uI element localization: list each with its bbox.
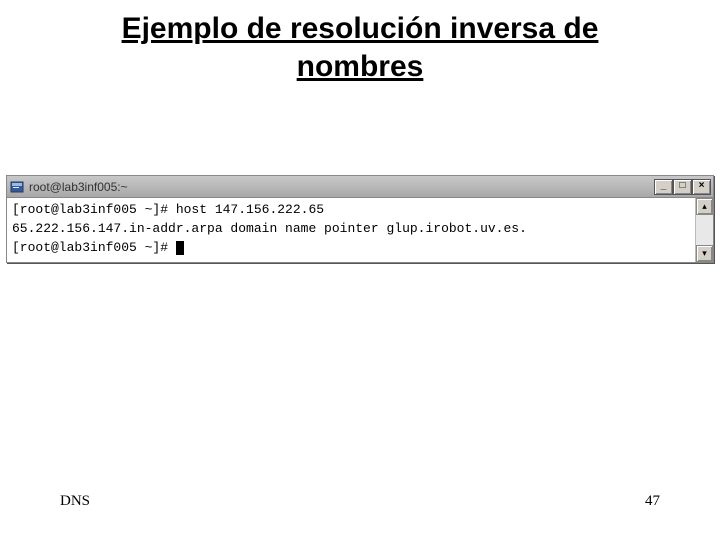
- minimize-button[interactable]: _: [654, 179, 673, 195]
- window-titlebar[interactable]: root@lab3inf005:~ _ □ ×: [7, 176, 713, 198]
- terminal-output[interactable]: [root@lab3inf005 ~]# host 147.156.222.65…: [7, 198, 695, 262]
- slide-footer: DNS 47: [0, 493, 720, 510]
- terminal-line: [root@lab3inf005 ~]# host 147.156.222.65: [12, 202, 324, 217]
- terminal-body: [root@lab3inf005 ~]# host 147.156.222.65…: [7, 198, 713, 262]
- terminal-window: root@lab3inf005:~ _ □ × [root@lab3inf005…: [6, 175, 714, 263]
- maximize-button[interactable]: □: [673, 179, 692, 195]
- window-controls: _ □ ×: [654, 179, 711, 195]
- scroll-up-icon[interactable]: ▴: [696, 198, 713, 215]
- footer-left: DNS: [60, 493, 90, 510]
- app-icon: [9, 179, 25, 195]
- cursor-icon: [176, 241, 184, 255]
- scroll-down-icon[interactable]: ▾: [696, 245, 713, 262]
- scroll-track[interactable]: [696, 215, 713, 245]
- close-button[interactable]: ×: [692, 179, 711, 195]
- window-title: root@lab3inf005:~: [29, 180, 654, 194]
- vertical-scrollbar[interactable]: ▴ ▾: [695, 198, 713, 262]
- slide-title: Ejemplo de resolución inversa de nombres: [0, 0, 720, 85]
- page-number: 47: [645, 493, 660, 510]
- terminal-line: [root@lab3inf005 ~]#: [12, 240, 176, 255]
- terminal-line: 65.222.156.147.in-addr.arpa domain name …: [12, 221, 527, 236]
